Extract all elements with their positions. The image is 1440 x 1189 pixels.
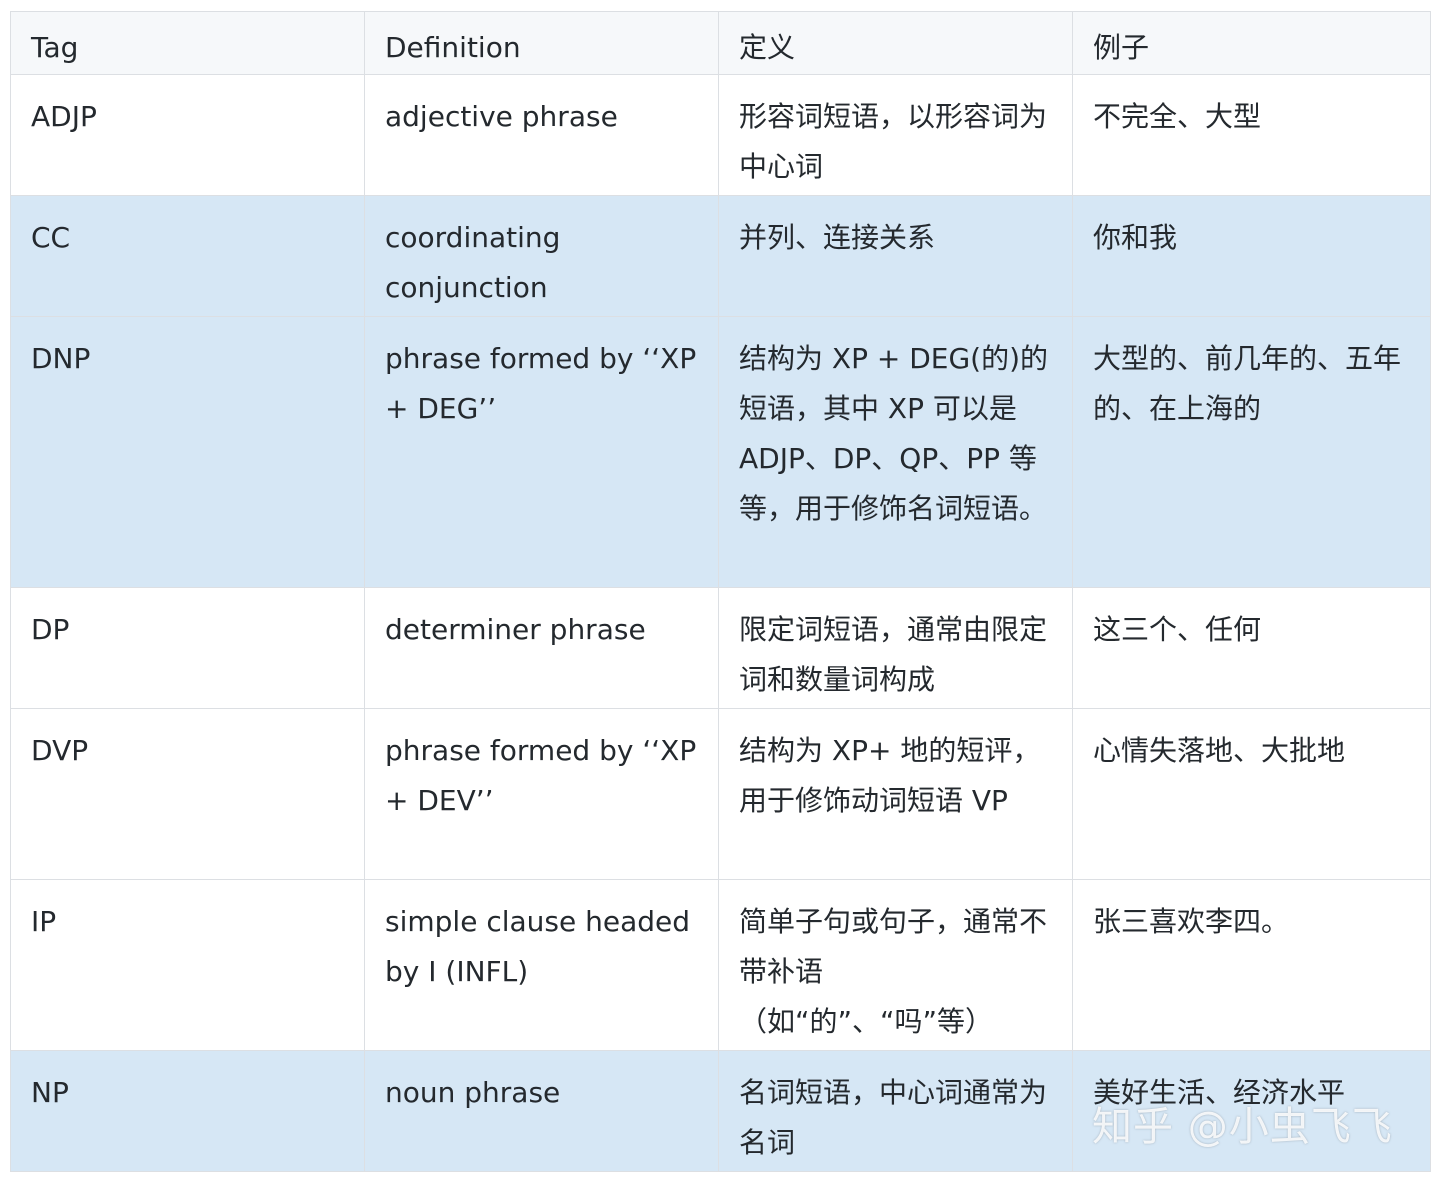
table-row: ADJP adjective phrase 形容词短语，以形容词为中心词 不完全…	[10, 74, 1431, 196]
table-row: DNP phrase formed by ‘‘XP + DEG’’ 结构为 XP…	[10, 316, 1431, 588]
cell-dingyi: 限定词短语，通常由限定词和数量词构成	[718, 587, 1073, 709]
table-row: CC coordinating conjunction 并列、连接关系 你和我	[10, 195, 1431, 317]
header-lizi: 例子	[1072, 11, 1431, 75]
cell-tag: IP	[10, 879, 365, 1051]
cell-lizi: 这三个、任何	[1072, 587, 1431, 709]
cell-dingyi: 结构为 XP+ 地的短评，用于修饰动词短语 VP	[718, 708, 1073, 880]
cell-definition: coordinating conjunction	[364, 195, 719, 317]
cell-tag: DVP	[10, 708, 365, 880]
header-definition: Definition	[364, 11, 719, 75]
cell-tag: DP	[10, 587, 365, 709]
zhihu-watermark: 知乎 @小虫飞飞	[1092, 1104, 1393, 1150]
cell-lizi: 张三喜欢李四。	[1072, 879, 1431, 1051]
cell-definition: simple clause headed by I (INFL)	[364, 879, 719, 1051]
table-row: DP determiner phrase 限定词短语，通常由限定词和数量词构成 …	[10, 587, 1431, 709]
cell-tag: NP	[10, 1050, 365, 1172]
cell-tag: CC	[10, 195, 365, 317]
table-row: IP simple clause headed by I (INFL) 简单子句…	[10, 879, 1431, 1051]
cell-definition: adjective phrase	[364, 74, 719, 196]
cell-dingyi: 名词短语，中心词通常为名词	[718, 1050, 1073, 1172]
phrase-tag-table: Tag Definition 定义 例子 ADJP adjective phra…	[10, 11, 1431, 1172]
cell-lizi: 大型的、前几年的、五年的、在上海的	[1072, 316, 1431, 588]
cell-lizi: 你和我	[1072, 195, 1431, 317]
table-header-row: Tag Definition 定义 例子	[10, 11, 1431, 75]
table-row: DVP phrase formed by ‘‘XP + DEV’’ 结构为 XP…	[10, 708, 1431, 880]
cell-lizi: 心情失落地、大批地	[1072, 708, 1431, 880]
cell-dingyi: 结构为 XP + DEG(的)的短语，其中 XP 可以是 ADJP、DP、QP、…	[718, 316, 1073, 588]
cell-tag: ADJP	[10, 74, 365, 196]
header-dingyi: 定义	[718, 11, 1073, 75]
cell-lizi: 不完全、大型	[1072, 74, 1431, 196]
cell-definition: determiner phrase	[364, 587, 719, 709]
tag-table-container: Tag Definition 定义 例子 ADJP adjective phra…	[10, 11, 1431, 1177]
cell-definition: phrase formed by ‘‘XP + DEG’’	[364, 316, 719, 588]
cell-dingyi: 并列、连接关系	[718, 195, 1073, 317]
cell-tag: DNP	[10, 316, 365, 588]
cell-dingyi: 形容词短语，以形容词为中心词	[718, 74, 1073, 196]
cell-definition: phrase formed by ‘‘XP + DEV’’	[364, 708, 719, 880]
cell-definition: noun phrase	[364, 1050, 719, 1172]
header-tag: Tag	[10, 11, 365, 75]
cell-dingyi: 简单子句或句子，通常不带补语（如“的”、“吗”等）	[718, 879, 1073, 1051]
